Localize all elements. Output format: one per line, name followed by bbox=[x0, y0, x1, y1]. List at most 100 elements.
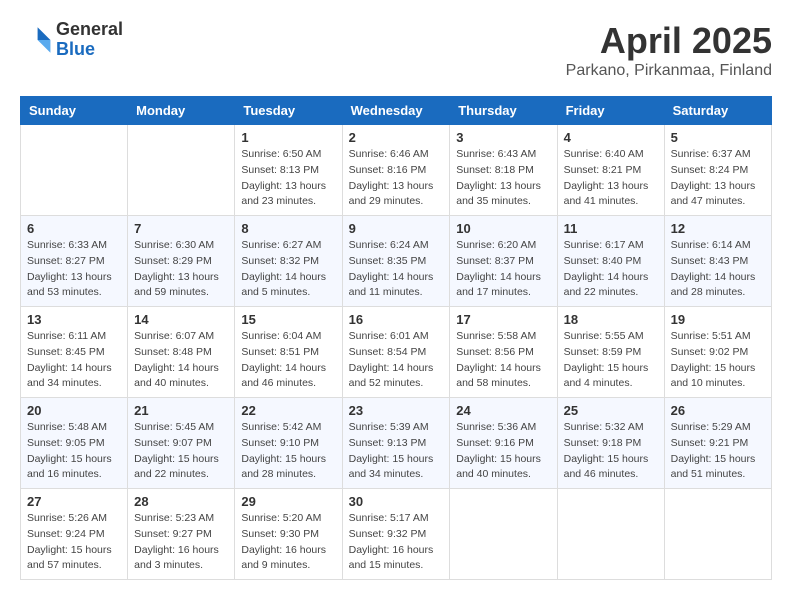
header-cell-wednesday: Wednesday bbox=[342, 97, 450, 125]
header-cell-friday: Friday bbox=[557, 97, 664, 125]
day-number: 9 bbox=[349, 221, 444, 236]
calendar-cell bbox=[21, 125, 128, 216]
calendar-cell: 11 Sunrise: 6:17 AMSunset: 8:40 PMDayligh… bbox=[557, 216, 664, 307]
day-info: Sunrise: 6:27 AMSunset: 8:32 PMDaylight:… bbox=[241, 238, 335, 301]
day-number: 15 bbox=[241, 312, 335, 327]
day-info: Sunrise: 5:48 AMSunset: 9:05 PMDaylight:… bbox=[27, 420, 121, 483]
location: Parkano, Pirkanmaa, Finland bbox=[566, 62, 772, 80]
calendar-cell: 14 Sunrise: 6:07 AMSunset: 8:48 PMDayligh… bbox=[128, 307, 235, 398]
calendar-cell: 17 Sunrise: 5:58 AMSunset: 8:56 PMDayligh… bbox=[450, 307, 557, 398]
week-row-3: 13 Sunrise: 6:11 AMSunset: 8:45 PMDayligh… bbox=[21, 307, 772, 398]
header-row: SundayMondayTuesdayWednesdayThursdayFrid… bbox=[21, 97, 772, 125]
calendar-cell bbox=[128, 125, 235, 216]
day-number: 11 bbox=[564, 221, 658, 236]
day-number: 21 bbox=[134, 403, 228, 418]
day-info: Sunrise: 5:42 AMSunset: 9:10 PMDaylight:… bbox=[241, 420, 335, 483]
calendar-cell: 29 Sunrise: 5:20 AMSunset: 9:30 PMDayligh… bbox=[235, 489, 342, 580]
calendar-body: 1 Sunrise: 6:50 AMSunset: 8:13 PMDaylight… bbox=[21, 125, 772, 580]
day-info: Sunrise: 5:32 AMSunset: 9:18 PMDaylight:… bbox=[564, 420, 658, 483]
day-number: 26 bbox=[671, 403, 765, 418]
calendar-cell: 13 Sunrise: 6:11 AMSunset: 8:45 PMDayligh… bbox=[21, 307, 128, 398]
day-number: 24 bbox=[456, 403, 550, 418]
day-number: 20 bbox=[27, 403, 121, 418]
day-info: Sunrise: 6:33 AMSunset: 8:27 PMDaylight:… bbox=[27, 238, 121, 301]
calendar-cell: 25Sunrise: 5:32 AMSunset: 9:18 PMDayligh… bbox=[557, 398, 664, 489]
calendar-cell: 16Sunrise: 6:01 AMSunset: 8:54 PMDayligh… bbox=[342, 307, 450, 398]
month-title: April 2025 bbox=[566, 20, 772, 62]
calendar-cell: 3Sunrise: 6:43 AMSunset: 8:18 PMDaylight… bbox=[450, 125, 557, 216]
day-number: 13 bbox=[27, 312, 121, 327]
day-info: Sunrise: 6:11 AMSunset: 8:45 PMDaylight:… bbox=[27, 329, 121, 392]
calendar-cell: 2Sunrise: 6:46 AMSunset: 8:16 PMDaylight… bbox=[342, 125, 450, 216]
day-number: 23 bbox=[349, 403, 444, 418]
header-cell-monday: Monday bbox=[128, 97, 235, 125]
calendar-cell: 9 Sunrise: 6:24 AMSunset: 8:35 PMDaylight… bbox=[342, 216, 450, 307]
calendar-cell bbox=[557, 489, 664, 580]
day-number: 28 bbox=[134, 494, 228, 509]
day-info: Sunrise: 6:50 AMSunset: 8:13 PMDaylight:… bbox=[241, 147, 335, 210]
week-row-1: 1 Sunrise: 6:50 AMSunset: 8:13 PMDaylight… bbox=[21, 125, 772, 216]
calendar-cell: 27Sunrise: 5:26 AMSunset: 9:24 PMDayligh… bbox=[21, 489, 128, 580]
calendar-cell: 26 Sunrise: 5:29 AMSunset: 9:21 PMDayligh… bbox=[664, 398, 771, 489]
calendar-cell: 21Sunrise: 5:45 AMSunset: 9:07 PMDayligh… bbox=[128, 398, 235, 489]
calendar-cell: 30Sunrise: 5:17 AMSunset: 9:32 PMDayligh… bbox=[342, 489, 450, 580]
day-number: 7 bbox=[134, 221, 228, 236]
day-info: Sunrise: 5:20 AMSunset: 9:30 PMDaylight:… bbox=[241, 511, 335, 574]
calendar-cell: 22Sunrise: 5:42 AMSunset: 9:10 PMDayligh… bbox=[235, 398, 342, 489]
logo-icon bbox=[20, 24, 52, 56]
calendar-table: SundayMondayTuesdayWednesdayThursdayFrid… bbox=[20, 96, 772, 580]
day-info: Sunrise: 6:24 AMSunset: 8:35 PMDaylight:… bbox=[349, 238, 444, 301]
calendar-cell: 12Sunrise: 6:14 AMSunset: 8:43 PMDayligh… bbox=[664, 216, 771, 307]
calendar-cell: 28Sunrise: 5:23 AMSunset: 9:27 PMDayligh… bbox=[128, 489, 235, 580]
day-info: Sunrise: 5:29 AMSunset: 9:21 PMDaylight:… bbox=[671, 420, 765, 483]
day-info: Sunrise: 6:37 AMSunset: 8:24 PMDaylight:… bbox=[671, 147, 765, 210]
calendar-cell: 1 Sunrise: 6:50 AMSunset: 8:13 PMDaylight… bbox=[235, 125, 342, 216]
day-info: Sunrise: 5:55 AMSunset: 8:59 PMDaylight:… bbox=[564, 329, 658, 392]
day-number: 29 bbox=[241, 494, 335, 509]
calendar-cell: 10 Sunrise: 6:20 AMSunset: 8:37 PMDayligh… bbox=[450, 216, 557, 307]
calendar-cell: 24Sunrise: 5:36 AMSunset: 9:16 PMDayligh… bbox=[450, 398, 557, 489]
day-info: Sunrise: 5:51 AMSunset: 9:02 PMDaylight:… bbox=[671, 329, 765, 392]
calendar-cell: 7Sunrise: 6:30 AMSunset: 8:29 PMDaylight… bbox=[128, 216, 235, 307]
day-info: Sunrise: 5:17 AMSunset: 9:32 PMDaylight:… bbox=[349, 511, 444, 574]
day-info: Sunrise: 6:46 AMSunset: 8:16 PMDaylight:… bbox=[349, 147, 444, 210]
header-cell-saturday: Saturday bbox=[664, 97, 771, 125]
day-number: 17 bbox=[456, 312, 550, 327]
header-cell-tuesday: Tuesday bbox=[235, 97, 342, 125]
day-number: 8 bbox=[241, 221, 335, 236]
calendar-cell: 18 Sunrise: 5:55 AMSunset: 8:59 PMDayligh… bbox=[557, 307, 664, 398]
logo-general-text: General bbox=[56, 20, 123, 40]
calendar-cell: 20 Sunrise: 5:48 AMSunset: 9:05 PMDayligh… bbox=[21, 398, 128, 489]
day-info: Sunrise: 5:58 AMSunset: 8:56 PMDaylight:… bbox=[456, 329, 550, 392]
day-info: Sunrise: 6:04 AMSunset: 8:51 PMDaylight:… bbox=[241, 329, 335, 392]
calendar-cell: 6Sunrise: 6:33 AMSunset: 8:27 PMDaylight… bbox=[21, 216, 128, 307]
calendar-cell: 23 Sunrise: 5:39 AMSunset: 9:13 PMDayligh… bbox=[342, 398, 450, 489]
day-number: 3 bbox=[456, 130, 550, 145]
day-number: 5 bbox=[671, 130, 765, 145]
calendar-cell: 5 Sunrise: 6:37 AMSunset: 8:24 PMDaylight… bbox=[664, 125, 771, 216]
day-number: 1 bbox=[241, 130, 335, 145]
day-info: Sunrise: 6:20 AMSunset: 8:37 PMDaylight:… bbox=[456, 238, 550, 301]
logo-blue-text: Blue bbox=[56, 40, 123, 60]
day-number: 10 bbox=[456, 221, 550, 236]
calendar-cell: 15 Sunrise: 6:04 AMSunset: 8:51 PMDayligh… bbox=[235, 307, 342, 398]
header-cell-sunday: Sunday bbox=[21, 97, 128, 125]
calendar-cell: 19 Sunrise: 5:51 AMSunset: 9:02 PMDayligh… bbox=[664, 307, 771, 398]
day-number: 27 bbox=[27, 494, 121, 509]
day-number: 14 bbox=[134, 312, 228, 327]
calendar-cell: 4Sunrise: 6:40 AMSunset: 8:21 PMDaylight… bbox=[557, 125, 664, 216]
calendar-header: SundayMondayTuesdayWednesdayThursdayFrid… bbox=[21, 97, 772, 125]
day-number: 18 bbox=[564, 312, 658, 327]
day-info: Sunrise: 6:40 AMSunset: 8:21 PMDaylight:… bbox=[564, 147, 658, 210]
header-cell-thursday: Thursday bbox=[450, 97, 557, 125]
day-number: 12 bbox=[671, 221, 765, 236]
week-row-2: 6Sunrise: 6:33 AMSunset: 8:27 PMDaylight… bbox=[21, 216, 772, 307]
logo: General Blue bbox=[20, 20, 123, 60]
calendar-cell bbox=[450, 489, 557, 580]
day-info: Sunrise: 6:17 AMSunset: 8:40 PMDaylight:… bbox=[564, 238, 658, 301]
day-number: 16 bbox=[349, 312, 444, 327]
day-info: Sunrise: 5:39 AMSunset: 9:13 PMDaylight:… bbox=[349, 420, 444, 483]
day-info: Sunrise: 6:07 AMSunset: 8:48 PMDaylight:… bbox=[134, 329, 228, 392]
week-row-4: 20 Sunrise: 5:48 AMSunset: 9:05 PMDayligh… bbox=[21, 398, 772, 489]
day-number: 19 bbox=[671, 312, 765, 327]
